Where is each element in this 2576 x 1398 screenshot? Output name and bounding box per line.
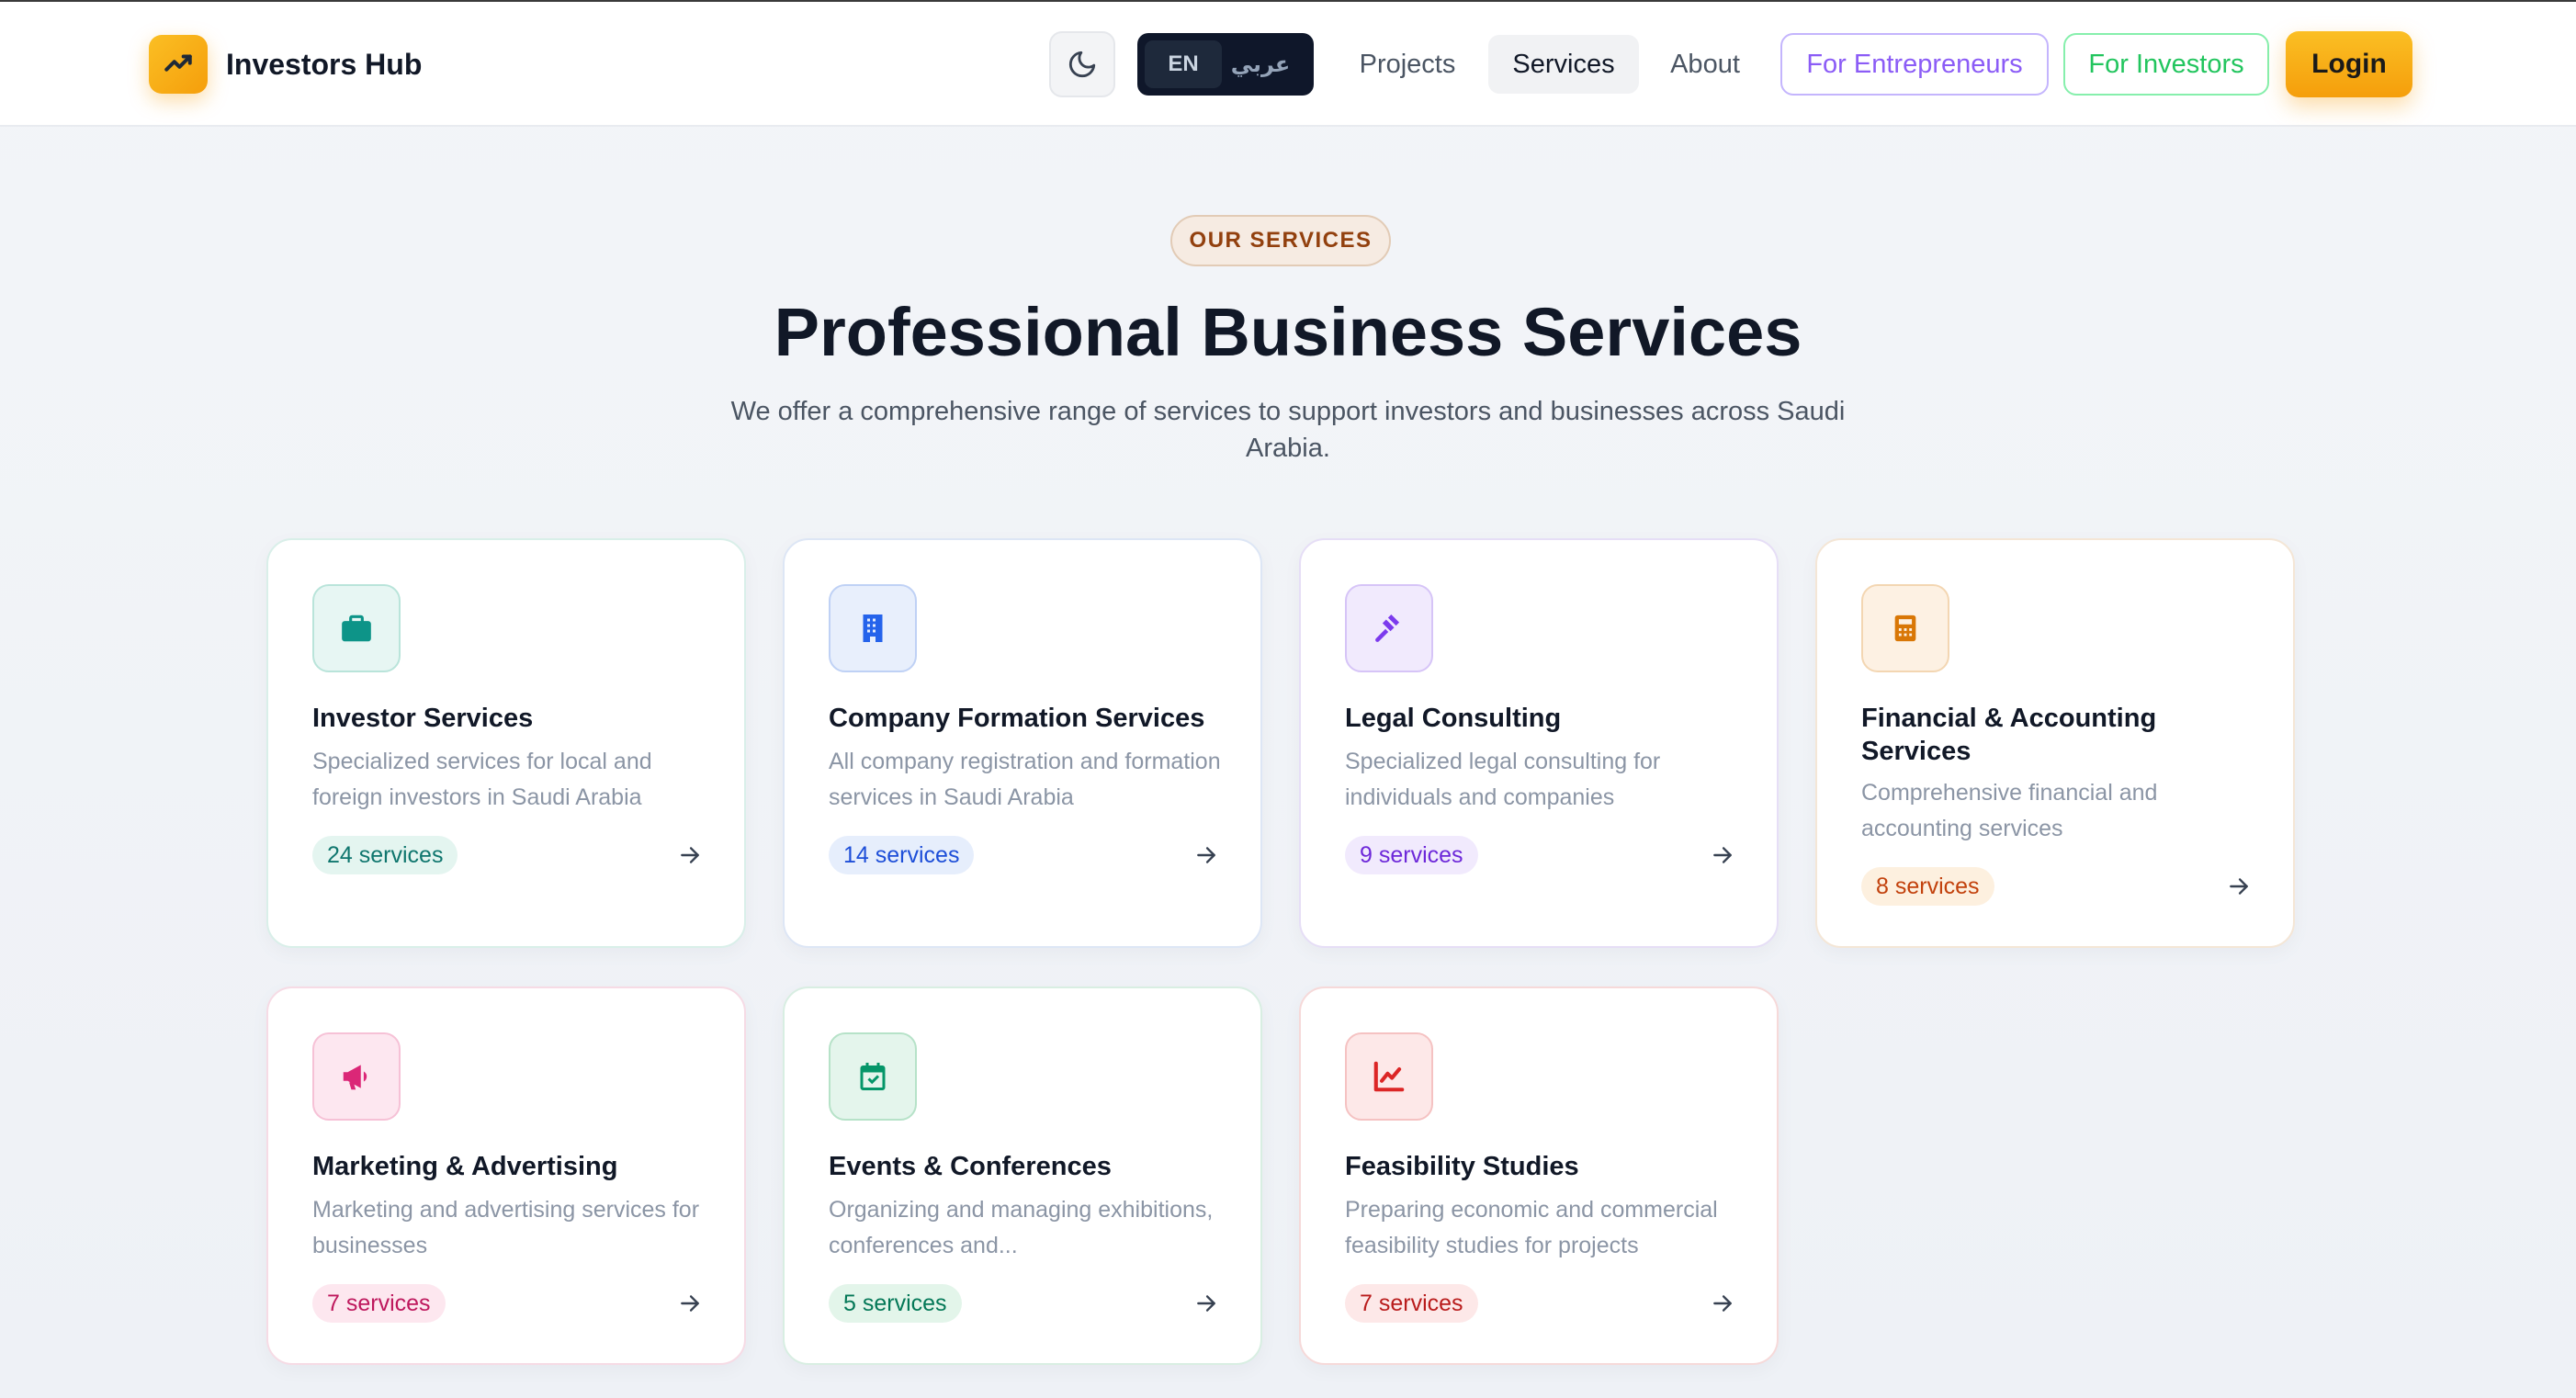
card-title: Feasibility Studies [1345,1152,1579,1181]
lang-en-option[interactable]: EN [1145,40,1222,88]
moon-icon [1068,51,1096,78]
service-card-financial[interactable]: Financial & Accounting Services Comprehe… [1815,538,2295,948]
brand-link[interactable]: Investors Hub [149,35,422,94]
for-investors-button[interactable]: For Investors [2063,33,2269,96]
card-description: Preparing economic and commercial feasib… [1345,1197,1718,1258]
card-description: Comprehensive financial and accounting s… [1861,780,2158,841]
arrow-right-icon[interactable] [1709,1290,1736,1317]
login-button[interactable]: Login [2286,31,2412,97]
card-description: Specialized services for local and forei… [312,749,652,810]
line-chart-icon [1345,1032,1433,1121]
service-count-badge: 7 services [312,1284,446,1323]
card-description: Specialized legal consulting for individ… [1345,749,1661,810]
megaphone-icon [312,1032,401,1121]
card-title: Marketing & Advertising [312,1152,618,1181]
service-count-badge: 24 services [312,836,458,874]
calculator-icon [1861,584,1949,672]
arrow-right-icon[interactable] [1192,841,1220,869]
language-switch: EN عربي [1137,33,1314,96]
card-title: Investor Services [312,704,534,733]
card-description: Organizing and managing exhibitions, con… [829,1197,1214,1258]
service-card-company-formation[interactable]: Company Formation Services All company r… [783,538,1262,948]
card-description: Marketing and advertising services for b… [312,1197,700,1258]
nav-services[interactable]: Services [1488,35,1639,94]
page-subtitle: We offer a comprehensive range of servic… [730,397,1846,463]
service-card-feasibility[interactable]: Feasibility Studies Preparing economic a… [1299,986,1779,1365]
arrow-right-icon[interactable] [676,1290,704,1317]
service-card-legal[interactable]: Legal Consulting Specialized legal consu… [1299,538,1779,948]
gavel-icon [1345,584,1433,672]
for-entrepreneurs-button[interactable]: For Entrepreneurs [1780,33,2049,96]
brand-name: Investors Hub [226,47,423,81]
service-count-badge: 7 services [1345,1284,1478,1323]
arrow-right-icon[interactable] [1192,1290,1220,1317]
building-icon [829,584,917,672]
trending-up-icon [149,35,208,94]
card-title: Events & Conferences [829,1152,1112,1181]
calendar-check-icon [829,1032,917,1121]
nav-about[interactable]: About [1654,35,1757,94]
service-count-badge: 8 services [1861,867,1994,906]
theme-toggle-button[interactable] [1049,31,1115,97]
arrow-right-icon[interactable] [1709,841,1736,869]
service-count-badge: 5 services [829,1284,962,1323]
service-count-badge: 9 services [1345,836,1478,874]
card-title: Company Formation Services [829,704,1205,733]
card-title: Financial & Accounting Services [1861,704,2157,766]
briefcase-icon [312,584,401,672]
card-description: All company registration and formation s… [829,749,1221,810]
arrow-right-icon[interactable] [676,841,704,869]
card-title: Legal Consulting [1345,704,1562,733]
lang-ar-option[interactable]: عربي [1222,40,1299,88]
service-card-marketing[interactable]: Marketing & Advertising Marketing and ad… [266,986,746,1365]
nav-projects[interactable]: Projects [1343,35,1472,94]
service-card-investor[interactable]: Investor Services Specialized services f… [266,538,746,948]
service-card-events[interactable]: Events & Conferences Organizing and mana… [783,986,1262,1365]
section-eyebrow: OUR SERVICES [1170,215,1391,266]
top-navbar: Investors Hub EN عربي Projects Services … [0,2,2576,127]
page-title: Professional Business Services [774,294,1802,370]
arrow-right-icon[interactable] [2225,873,2253,900]
service-count-badge: 14 services [829,836,975,874]
